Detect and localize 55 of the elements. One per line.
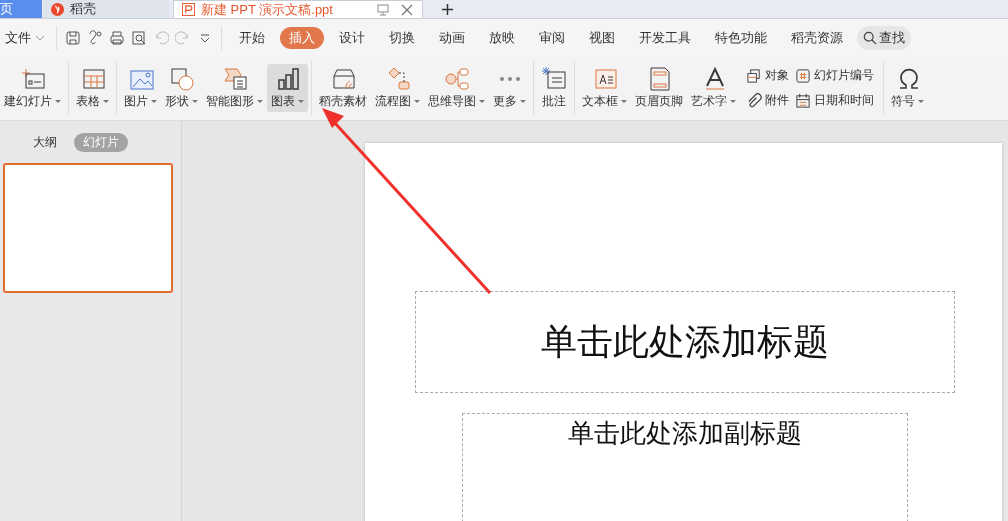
ribbon-button[interactable]: 幻灯片编号 [795,67,874,84]
ribbon-tab[interactable]: 切换 [380,26,424,49]
comment-note-icon [541,66,567,92]
ribbon-button[interactable]: 文本框 [578,64,631,112]
window-tab[interactable]: 新建 PPT 演示文稿.ppt [173,0,423,18]
ribbon-button[interactable]: 批注 [537,64,571,112]
ribbon-button[interactable]: 日期和时间 [795,92,874,109]
panel-tab[interactable]: 大纲 [23,133,66,152]
ribbon-tab[interactable]: 放映 [480,26,524,49]
object-icon [746,67,762,84]
ribbon-tab[interactable]: 特色功能 [706,26,776,49]
ribbon-button[interactable]: 稻壳素材 [315,64,371,112]
more-dots-icon [499,77,520,81]
calendar-icon [795,92,811,109]
ribbon-tab[interactable]: 视图 [580,26,624,49]
window-tab[interactable]: 稻壳 [43,0,169,18]
new-tab-icon[interactable] [441,2,454,16]
save-icon[interactable] [65,29,81,46]
slide-thumbnail[interactable] [3,163,173,293]
ribbon-button[interactable]: 形状 [161,64,202,112]
subtitle-placeholder[interactable]: 单击此处添加副标题 [462,413,908,521]
ribbon-button[interactable]: 图表 [267,64,308,112]
shapes-icon [168,66,195,92]
print-preview-icon[interactable] [131,29,147,46]
ribbon-button[interactable]: 流程图 [371,64,424,112]
ribbon-button[interactable]: 更多 [489,64,530,112]
monitor-icon[interactable] [376,2,390,17]
ribbon-button[interactable]: 建幻灯片 [0,64,65,112]
presentation-file-icon [182,3,195,16]
ribbon-button[interactable]: 对象 [746,67,789,84]
ribbon-button[interactable]: 智能图形 [202,64,267,112]
ribbon-button[interactable]: 艺术字 [687,64,740,112]
title-placeholder[interactable]: 单击此处添加标题 [415,291,955,393]
ribbon-tab[interactable]: 设计 [330,26,374,49]
ribbon-button[interactable]: 图片 [120,64,161,112]
ribbon-tab[interactable]: 开始 [230,26,274,49]
search-button[interactable]: 查找 [857,25,911,50]
print-icon[interactable] [109,29,125,46]
ribbon-button[interactable]: 符号 [887,64,928,112]
file-menu[interactable]: 文件 [0,28,51,47]
paperclip-icon [746,92,762,109]
ribbon-button[interactable]: 思维导图 [424,64,489,112]
slide-number-icon [795,67,811,84]
mind-map-icon [443,66,470,92]
ribbon-tab[interactable]: 稻壳资源 [782,26,852,49]
ribbon-button[interactable]: 附件 [746,92,789,109]
search-icon [863,30,877,45]
ribbon-tab[interactable]: 开发工具 [630,26,700,49]
ribbon-button[interactable]: 页眉页脚 [631,64,687,112]
ribbon-button[interactable]: 表格 [72,64,113,112]
ribbon-tab[interactable]: 动画 [430,26,474,49]
smart-graphic-icon [221,66,248,92]
close-icon[interactable] [400,2,414,17]
ribbon-tab[interactable]: 审阅 [530,26,574,49]
new-slide-icon [19,66,46,92]
